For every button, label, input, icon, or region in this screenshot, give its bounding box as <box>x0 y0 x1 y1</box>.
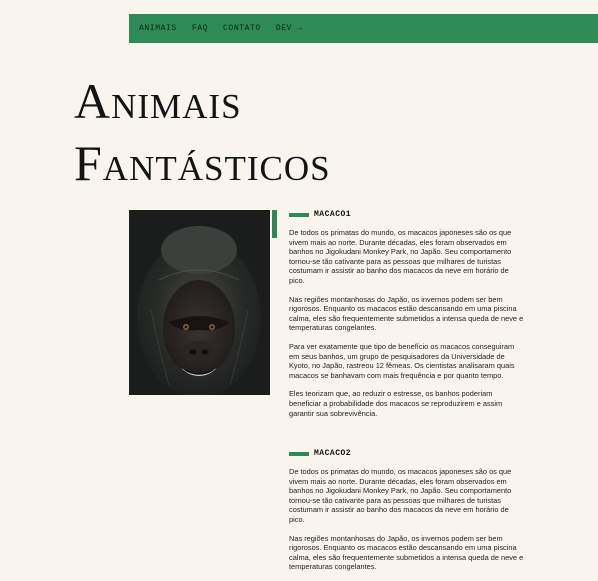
section-title: MACACO2 <box>314 449 352 458</box>
gorilla-illustration <box>129 210 270 395</box>
section-paragraph: Eles teorizam que, ao reduzir o estresse… <box>289 389 503 418</box>
top-nav: ANIMAIS FAQ CONTATO DEV → <box>129 14 598 43</box>
nav-item-contato[interactable]: CONTATO <box>223 24 261 33</box>
section-header: MACACO1 <box>289 210 524 219</box>
section-rule <box>289 451 309 456</box>
page-title-line-2: Fantásticos <box>74 135 331 191</box>
section-paragraph: Nas regiões montanhosas do Japão, os inv… <box>289 294 524 333</box>
section-paragraph: Para ver exatamente que tipo de benefíci… <box>289 341 515 380</box>
section-rule <box>289 212 309 217</box>
section-macaco2: MACACO2 De todos os primatas do mundo, o… <box>289 449 524 581</box>
section-header: MACACO2 <box>289 449 524 458</box>
gorilla-photo <box>129 210 270 395</box>
section-paragraph: De todos os primatas do mundo, os macaco… <box>289 467 512 524</box>
nav-item-dev[interactable]: DEV → <box>276 24 303 33</box>
accent-bar <box>272 210 277 238</box>
page-title: Animais Fantásticos <box>74 70 331 194</box>
section-paragraph: De todos os primatas do mundo, os macaco… <box>289 228 512 285</box>
section-title: MACACO1 <box>314 210 352 219</box>
nav-item-animais[interactable]: ANIMAIS <box>139 24 177 33</box>
nav-item-faq[interactable]: FAQ <box>192 24 208 33</box>
page-title-line-1: Animais <box>74 73 242 129</box>
section-paragraph: Nas regiões montanhosas do Japão, os inv… <box>289 533 524 572</box>
section-macaco1: MACACO1 De todos os primatas do mundo, o… <box>289 210 524 427</box>
